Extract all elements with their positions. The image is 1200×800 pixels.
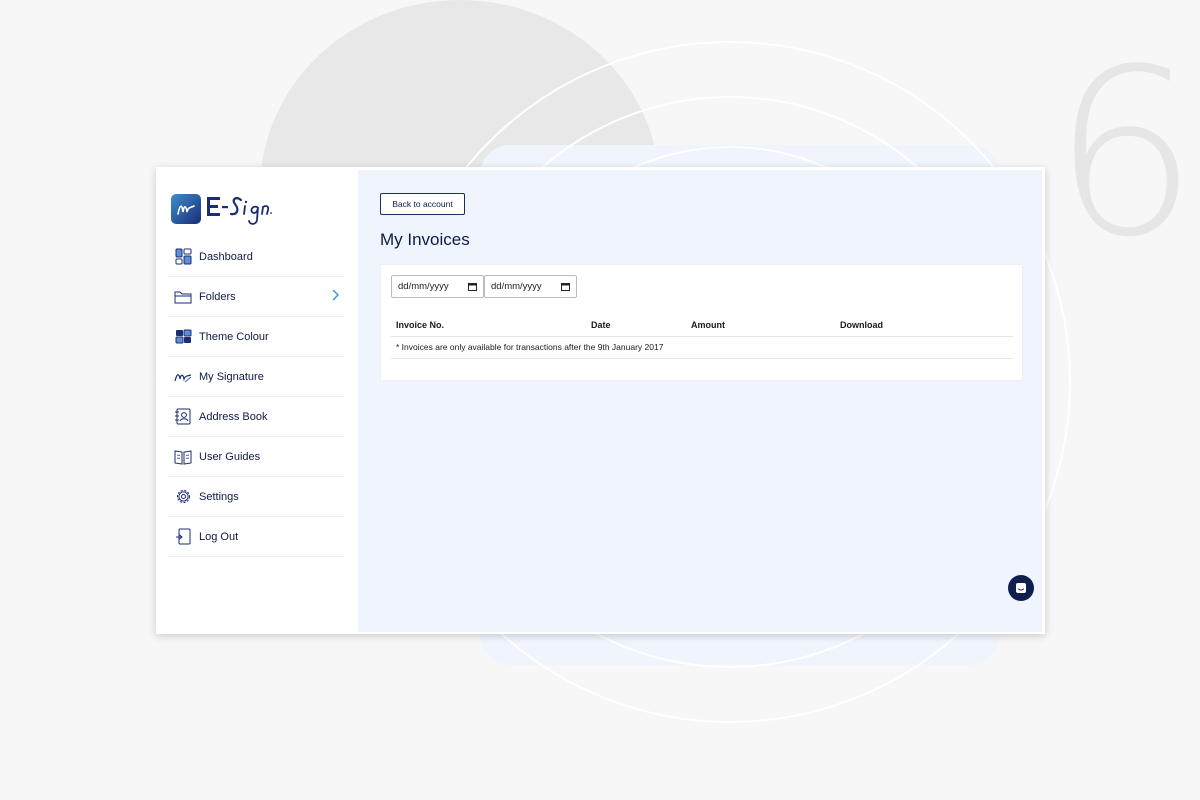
invoices-table-header: Invoice No. Date Amount Download <box>391 315 1013 337</box>
sidebar-item-label: Settings <box>199 490 239 503</box>
logo-badge-icon <box>171 194 201 224</box>
brand-logo[interactable] <box>171 189 285 229</box>
calendar-icon[interactable] <box>561 282 570 291</box>
sidebar-item-my-signature[interactable]: My Signature <box>168 357 344 397</box>
theme-colour-icon <box>174 328 192 346</box>
sidebar-item-label: User Guides <box>199 450 261 463</box>
sidebar-item-theme-colour[interactable]: Theme Colour <box>168 317 344 357</box>
column-header-invoice-no[interactable]: Invoice No. <box>396 320 444 330</box>
address-book-icon <box>174 408 192 426</box>
date-to-input[interactable]: dd/mm/yyyy <box>484 275 577 298</box>
sidebar-item-folders[interactable]: Folders <box>168 277 344 317</box>
sidebar-item-label: Address Book <box>199 410 268 423</box>
sidebar-item-label: Theme Colour <box>199 330 269 343</box>
log-out-icon <box>174 528 192 546</box>
column-header-download[interactable]: Download <box>840 320 883 330</box>
sidebar: Dashboard Folders Theme Colour My Signat… <box>156 167 358 634</box>
chat-icon <box>1016 583 1026 593</box>
step-number: 6 <box>1052 21 1199 288</box>
back-to-account-button[interactable]: Back to account <box>380 193 465 215</box>
sidebar-item-label: Folders <box>199 290 236 303</box>
calendar-icon[interactable] <box>468 282 477 291</box>
signature-icon <box>174 368 192 386</box>
chevron-right-icon[interactable] <box>330 288 340 302</box>
dashboard-icon <box>174 248 192 266</box>
table-row: * Invoices are only available for transa… <box>391 337 1013 359</box>
date-from-placeholder: dd/mm/yyyy <box>398 281 449 292</box>
column-header-amount[interactable]: Amount <box>691 320 725 330</box>
gear-icon <box>174 488 192 506</box>
page-title: My Invoices <box>380 230 470 249</box>
sidebar-item-label: Dashboard <box>199 250 253 263</box>
main-content: Back to account My Invoices dd/mm/yyyy d… <box>358 170 1042 632</box>
user-guides-icon <box>174 448 192 466</box>
folder-icon <box>174 288 192 306</box>
sidebar-item-address-book[interactable]: Address Book <box>168 397 344 437</box>
column-header-date[interactable]: Date <box>591 320 611 330</box>
invoices-card: dd/mm/yyyy dd/mm/yyyy Invoice No. Date A… <box>380 264 1023 381</box>
date-from-input[interactable]: dd/mm/yyyy <box>391 275 484 298</box>
app-window: Dashboard Folders Theme Colour My Signat… <box>156 167 1045 634</box>
sidebar-item-label: Log Out <box>199 530 239 543</box>
sidebar-item-dashboard[interactable]: Dashboard <box>168 237 344 277</box>
sidebar-item-user-guides[interactable]: User Guides <box>168 437 344 477</box>
sidebar-item-log-out[interactable]: Log Out <box>168 517 344 557</box>
sidebar-item-label: My Signature <box>199 370 264 383</box>
sidebar-nav: Dashboard Folders Theme Colour My Signat… <box>168 237 344 557</box>
logo-wordmark <box>207 197 272 225</box>
chat-button[interactable] <box>1008 575 1034 601</box>
date-to-placeholder: dd/mm/yyyy <box>491 281 542 292</box>
sidebar-item-settings[interactable]: Settings <box>168 477 344 517</box>
invoices-availability-note: * Invoices are only available for transa… <box>396 342 664 352</box>
